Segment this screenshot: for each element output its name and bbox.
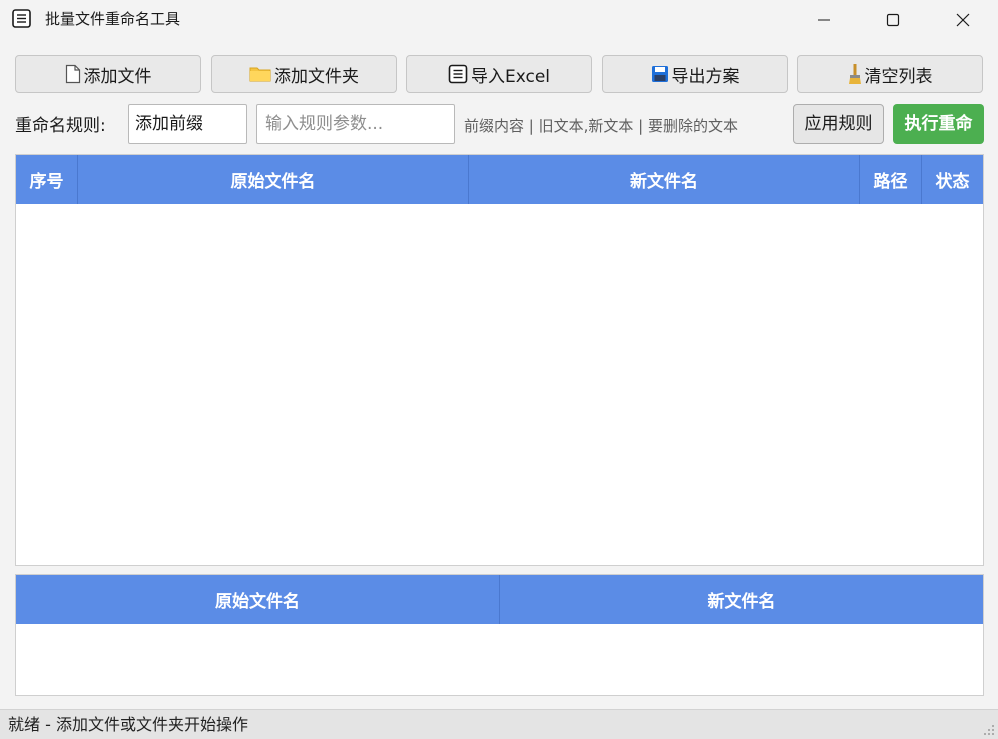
- preview-header: 原始文件名 新文件名: [16, 575, 983, 624]
- column-header-new-name[interactable]: 新文件名: [469, 155, 860, 204]
- column-header-status[interactable]: 状态: [922, 155, 983, 204]
- rule-param-input[interactable]: 输入规则参数...: [256, 104, 455, 144]
- title-bar: 批量文件重命名工具: [0, 0, 998, 40]
- folder-icon: [249, 67, 271, 82]
- add-folder-label: 添加文件夹: [274, 66, 359, 87]
- clear-list-button[interactable]: 清空列表: [797, 55, 983, 93]
- broom-icon: [848, 64, 861, 84]
- export-scheme-button[interactable]: 导出方案: [602, 55, 788, 93]
- maximize-button[interactable]: [858, 0, 928, 40]
- execute-rename-button[interactable]: 执行重命: [893, 104, 984, 144]
- file-list-table[interactable]: 序号 原始文件名 新文件名 路径 状态: [15, 154, 984, 566]
- minimize-button[interactable]: [789, 0, 859, 40]
- rename-rule-label: 重命名规则:: [15, 116, 106, 136]
- add-file-label: 添加文件: [83, 66, 152, 87]
- import-excel-button[interactable]: 导入Excel: [406, 55, 592, 93]
- status-text: 就绪 - 添加文件或文件夹开始操作: [8, 715, 248, 734]
- rule-type-select[interactable]: 添加前缀: [128, 104, 247, 144]
- floppy-disk-icon: [651, 66, 668, 82]
- file-icon: [65, 64, 80, 84]
- list-icon: [12, 9, 31, 28]
- apply-rule-button[interactable]: 应用规则: [793, 104, 884, 144]
- column-header-index[interactable]: 序号: [16, 155, 78, 204]
- close-button[interactable]: [928, 0, 998, 40]
- minimize-icon: [818, 19, 830, 21]
- close-icon: [956, 13, 970, 27]
- clear-list-label: 清空列表: [864, 66, 933, 87]
- resize-grip-icon[interactable]: [983, 724, 995, 736]
- export-scheme-label: 导出方案: [671, 66, 740, 87]
- add-file-button[interactable]: 添加文件: [15, 55, 201, 93]
- preview-header-original-name[interactable]: 原始文件名: [16, 575, 500, 624]
- column-header-path[interactable]: 路径: [860, 155, 922, 204]
- preview-table[interactable]: 原始文件名 新文件名: [15, 574, 984, 696]
- column-header-original-name[interactable]: 原始文件名: [78, 155, 469, 204]
- file-list-header: 序号 原始文件名 新文件名 路径 状态: [16, 155, 983, 204]
- rule-hint-text: 前缀内容 | 旧文本,新文本 | 要删除的文本: [464, 117, 738, 135]
- add-folder-button[interactable]: 添加文件夹: [211, 55, 397, 93]
- import-excel-label: 导入Excel: [470, 66, 551, 87]
- list-icon: [448, 64, 468, 84]
- preview-header-new-name[interactable]: 新文件名: [500, 575, 983, 624]
- window-title: 批量文件重命名工具: [45, 10, 181, 28]
- status-bar: 就绪 - 添加文件或文件夹开始操作: [0, 709, 998, 739]
- maximize-icon: [886, 13, 900, 27]
